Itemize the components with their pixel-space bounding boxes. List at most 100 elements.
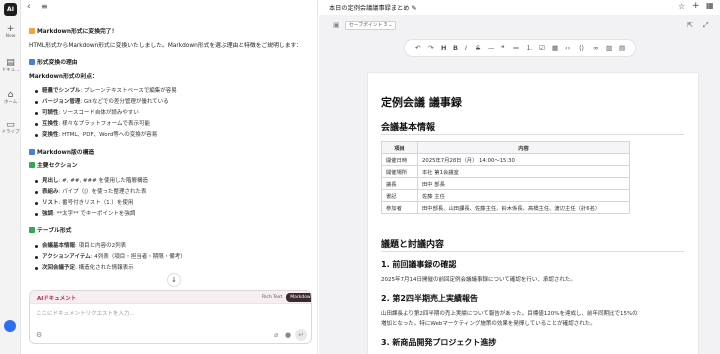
document-title[interactable]: 本日の定例会議議事録まとめ ✎ [329,3,417,12]
section-heading-1: 形式変換の理由 [29,59,78,67]
table-cell: 佐藤 主任 [417,189,630,202]
code-icon[interactable]: ‹› [565,43,570,53]
star-icon[interactable]: ☆ [678,2,685,11]
list-item: バージョン管理: Gitなどでの差分管理が優れている [42,99,169,105]
editor-toolbar: ↶ ↷ H B I S — ❝ ≔ ⒈ ☑ ▦ ‹› ⟨⟩ ∞ ▨ ▤ [405,40,635,56]
bullet-list-icon[interactable]: ≔ [513,43,520,53]
app-rail: AI + New ▤ ドキュ... ⌂ ホーム ▭ ドライブ [0,0,21,354]
agenda-item-text: 山田課長より第2四半期の売上実績について報告があった。目標値120%を達成し、前… [381,311,638,317]
section-subheading-1: Markdown形式の利点： [29,74,98,80]
table-cell: 書記 [381,189,418,202]
link-icon[interactable]: ∞ [593,43,598,53]
grid-icon[interactable]: ▦ [706,1,714,10]
list-item: アクションアイテム: 4列表（項目・担当者・期限・備考） [42,254,186,260]
bullet-dot [35,213,38,216]
table-cell: 田中 部長 [417,177,630,190]
section-heading-basic: 会議基本情報 [381,123,436,133]
app-logo[interactable]: AI [4,3,17,16]
home-icon: ⌂ [7,90,14,100]
rail-item-documents[interactable]: ▤ ドキュ... [0,58,21,74]
export-icon[interactable]: ⇱ [687,21,693,29]
bullet-dot [35,134,38,137]
rail-label-home: ホーム [3,100,18,105]
bullet-dot [35,90,38,93]
plus-icon: + [6,24,15,34]
menu-icon[interactable]: ≡ [41,2,48,11]
mic-icon[interactable]: ● [285,331,291,339]
send-button[interactable]: ↵ [295,329,307,341]
table-cell: 議長 [381,177,418,190]
bold-icon[interactable]: B [453,43,458,53]
list-item: 互換性: 様々なプラットフォームで表示可能 [42,121,150,127]
list-item: 変換性: HTML、PDF、Word等への変換が容易 [42,132,158,138]
heading-rule [381,134,684,135]
more-icon[interactable]: ▤ [619,43,625,53]
list-item: 見出し: #, ##, ### を使用した階層構造 [42,178,149,184]
undo-icon[interactable]: ↶ [415,43,420,53]
check-badge-icon [29,162,35,168]
savepoint-select[interactable]: セーブポイント 3 ⌄ [345,21,397,30]
redo-icon[interactable]: ↷ [428,43,433,53]
agenda-item-text: 2025年7月14日開催の前回定例会議議事録について確認を行い、承認された。 [381,277,576,283]
agenda-item-heading: 2. 第2四半期売上実績報告 [381,294,478,303]
list-item: 軽量でシンプル: プレーンテキストベースで編集が容易 [42,88,177,94]
document-icon: ▤ [6,58,15,68]
table-row: 開催日時 2025年7月28日（月） 14:00〜15:30 [381,153,630,166]
rail-item-new[interactable]: + New [0,24,21,40]
heading-rule [381,251,684,252]
document-pane: 本日の定例会議議事録まとめ ✎ ☆ + ▦ ▣ セーブポイント 3 ⌄ ⇱ ⤢ … [319,0,720,354]
section-heading-3: テーブル形式 [29,227,71,235]
chat-header: ‹ ≡ [21,0,318,16]
italic-icon[interactable]: I [465,43,467,53]
chat-pane: ‹ ≡ Markdown形式に変換完了！ HTML形式からMarkdown形式に… [21,0,318,354]
strikethrough-icon[interactable]: S [476,43,480,53]
table-header-cell: 項目 [381,141,418,154]
bullet-dot [35,256,38,259]
checklist-icon[interactable]: ☑ [539,43,545,53]
document-page[interactable]: 定例会議 議事録 会議基本情報 項目 内容 開催日時 2025年7月28日（月）… [368,73,698,354]
section-heading-2: Markdown版の構造 [29,149,94,157]
check-badge-icon [29,227,35,233]
section-heading-agenda: 議題と討議内容 [381,240,445,250]
rail-label-documents: ドキュ... [1,68,20,73]
bullet-dot [35,123,38,126]
mode-rich-text-button[interactable]: Rich Text [258,293,286,302]
table-cell: 田中部長、山田課長、佐藤主任、鈴木係長、高橋主任、渡辺主任（計6名） [417,201,630,214]
composer-title: AIドキュメント [37,296,77,302]
back-icon[interactable]: ‹ [27,2,31,12]
copy-icon[interactable]: ▣ [333,21,340,29]
agenda-item-heading: 1. 前回議事録の確認 [381,260,457,269]
user-avatar[interactable] [4,320,16,332]
numbered-list-icon[interactable]: ⒈ [526,43,533,53]
table-row: 参加者 田中部長、山田課長、佐藤主任、鈴木係長、高橋主任、渡辺主任（計6名） [381,201,630,214]
code-block-icon[interactable]: ⟨⟩ [579,43,584,53]
rail-item-home[interactable]: ⌂ ホーム [0,90,21,106]
bullet-dot [35,191,38,194]
table-cell: 2025年7月28日（月） 14:00〜15:30 [417,153,630,166]
divider-icon[interactable]: — [488,43,495,53]
image-icon[interactable]: ▨ [606,43,612,53]
scroll-down-button[interactable]: ↓ [167,273,181,287]
table-row: 書記 佐藤 主任 [381,189,630,202]
list-item: リスト: 番号付きリスト（1.）を使用 [42,200,134,206]
mode-markdown-button[interactable]: Markdown [286,293,311,302]
bullet-dot [35,101,38,104]
rail-item-drive[interactable]: ▭ ドライブ [0,120,21,136]
document-request-input[interactable] [36,309,276,319]
attach-icon[interactable]: ⌀ [274,331,278,339]
rail-label-drive: ドライブ [1,130,20,135]
table-icon[interactable]: ▦ [552,43,558,53]
table-row: 開催場所 本社 第1会議室 [381,165,630,178]
intro-body: HTML形式からMarkdown形式に変換いたしました。Markdown形式を選… [29,43,303,49]
table-cell: 開催場所 [381,165,418,178]
format-toggle: Rich Text Markdown [258,293,311,302]
quote-icon[interactable]: ❝ [501,43,505,53]
folder-icon: ▭ [6,120,15,130]
expand-icon[interactable]: ⤢ [703,21,709,30]
list-item: 可読性: ソースコード自体が読みやすい [42,110,139,116]
settings-icon[interactable]: ⚙ [36,331,42,339]
composer: AIドキュメント Rich TextMarkdown ⚙ ⌀ ● ↵ [29,290,312,344]
bullet-dot [35,267,38,270]
heading-icon[interactable]: H [441,43,446,53]
plus-icon[interactable]: + [692,1,700,11]
